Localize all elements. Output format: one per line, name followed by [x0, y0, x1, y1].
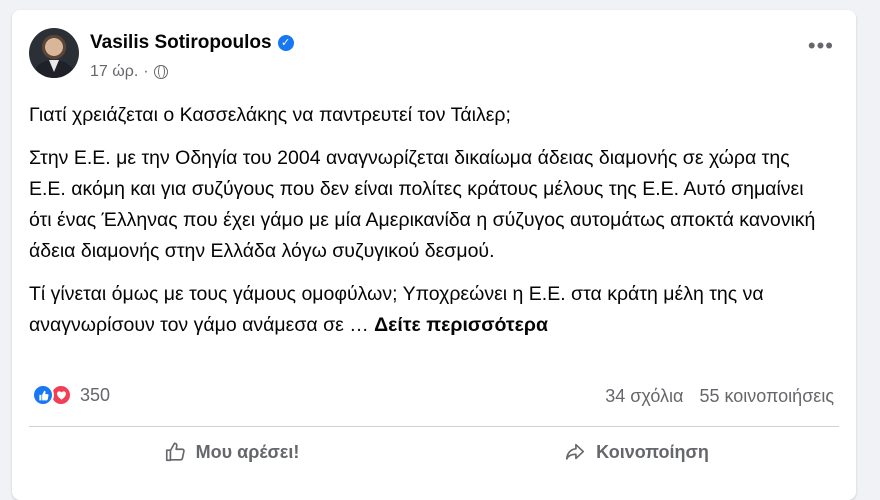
meta-separator: · [143, 63, 149, 80]
reactions-summary[interactable]: 350 [32, 384, 110, 406]
author-row: Vasilis Sotiropoulos ✓ [90, 32, 294, 54]
post-stats: 34 σχόλια 55 κοινοποιήσεις [605, 386, 834, 407]
like-icon [32, 384, 54, 406]
post-time[interactable]: 17 ώρ. [90, 63, 138, 81]
post-meta: 17 ώρ. · [90, 63, 168, 81]
globe-icon [153, 65, 168, 79]
like-button[interactable]: Μου αρέσει! [29, 432, 434, 472]
verified-badge-icon: ✓ [277, 35, 294, 51]
share-button-label: Κοινοποίηση [596, 441, 709, 462]
thumbs-up-icon [165, 442, 185, 462]
post-body: Γιατί χρειάζεται ο Κασσελάκης να παντρευ… [29, 100, 829, 353]
share-button[interactable]: Κοινοποίηση [434, 432, 839, 472]
post-paragraph: Γιατί χρειάζεται ο Κασσελάκης να παντρευ… [29, 104, 511, 126]
post-paragraph: Στην Ε.Ε. με την Οδηγία του 2004 αναγνωρ… [29, 147, 816, 262]
share-arrow-icon [566, 443, 585, 460]
author-avatar[interactable] [29, 28, 79, 78]
like-button-label: Μου αρέσει! [195, 441, 300, 462]
comments-count-link[interactable]: 34 σχόλια [605, 386, 683, 407]
post-card: Vasilis Sotiropoulos ✓ 17 ώρ. · ••• Γιατ… [12, 10, 856, 500]
reaction-count: 350 [80, 384, 111, 405]
post-paragraph-last: Τί γίνεται όμως με τους γάμους ομοφύλων;… [29, 279, 829, 341]
author-name[interactable]: Vasilis Sotiropoulos [90, 32, 272, 54]
post-actions: Μου αρέσει! Κοινοποίηση [29, 432, 839, 472]
actions-divider [29, 426, 839, 427]
see-more-link[interactable]: Δείτε περισσότερα [374, 314, 548, 336]
more-options-icon[interactable]: ••• [808, 35, 834, 57]
shares-count-link[interactable]: 55 κοινοποιήσεις [699, 386, 834, 407]
